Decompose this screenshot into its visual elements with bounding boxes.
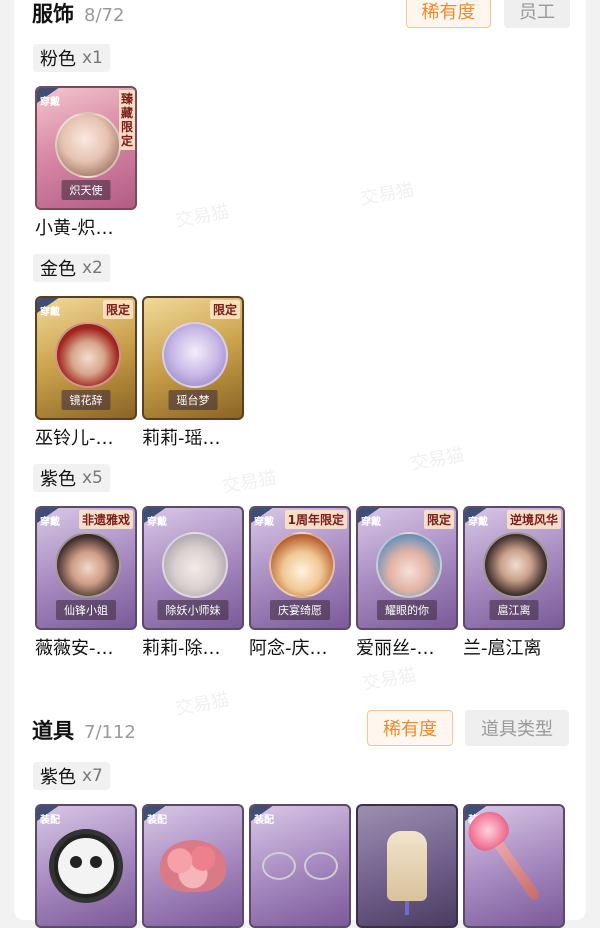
item-thumbnail: 装配: [463, 804, 565, 928]
limited-tag: 限定: [209, 300, 240, 319]
equip-label: 穿戴: [361, 517, 381, 528]
equip-label: 穿戴: [468, 517, 488, 528]
costume-section-header: 服饰 8/72: [32, 0, 124, 28]
rarity-name: 紫色: [40, 469, 76, 490]
skin-name-plate: 庆宴绮愿: [270, 600, 330, 620]
item-thumbnail: 穿戴 限定 耀眼的你: [356, 506, 458, 630]
rarity-name: 粉色: [40, 49, 76, 70]
section-count: 8/72: [84, 5, 125, 26]
character-portrait: [55, 532, 121, 598]
item-caption: 莉莉-瑶…: [142, 428, 221, 449]
character-portrait: [162, 532, 228, 598]
item-caption: 巫铃儿-…: [35, 428, 114, 449]
costume-item[interactable]: 穿戴 限定 耀眼的你 爱丽丝-…: [356, 506, 458, 660]
section-title: 道具: [32, 719, 74, 743]
character-portrait: [55, 112, 121, 178]
item-thumbnail: 装配: [35, 804, 137, 928]
skin-name-plate: 瑶台梦: [168, 390, 218, 410]
equip-label: 装配: [147, 815, 167, 826]
limited-tag: 限定: [423, 510, 454, 529]
item-thumbnail: 穿戴 臻藏限定 炽天使: [35, 86, 137, 210]
character-portrait: [483, 532, 549, 598]
skin-name-plate: 扈江离: [489, 600, 539, 620]
item-caption: 爱丽丝-…: [356, 638, 435, 659]
item-thumbnail: 装配: [142, 804, 244, 928]
skin-name-plate: 炽天使: [61, 180, 111, 200]
rarity-count: x5: [82, 468, 103, 488]
rarity-name: 紫色: [40, 767, 76, 788]
rarity-label-purple: 紫色 x5: [33, 464, 110, 492]
glasses-icon: [262, 852, 338, 880]
skull-icon: [54, 834, 118, 898]
costume-item[interactable]: 穿戴 除妖小师妹 莉莉-除…: [142, 506, 244, 660]
skin-name-plate: 镜花辞: [61, 390, 111, 410]
item-row: 穿戴 非遗雅戏 仙锋小姐 薇薇安-… 穿戴 除妖小师妹 莉莉-除… 穿戴 1周年…: [35, 506, 565, 660]
item-thumbnail: 穿戴 非遗雅戏 仙锋小姐: [35, 506, 137, 630]
item-caption: 小黄-炽…: [35, 218, 114, 239]
costume-item[interactable]: 穿戴 逆境风华 扈江离 兰-扈江离: [463, 506, 565, 660]
rarity-count: x2: [82, 258, 103, 278]
rarity-label-pink: 粉色 x1: [33, 44, 110, 72]
props-section-header: 道具 7/112: [32, 715, 136, 745]
equip-label: 装配: [40, 815, 60, 826]
limited-tag: 限定: [102, 300, 133, 319]
equip-label: 穿戴: [40, 97, 60, 108]
item-thumbnail: 穿戴 限定 镜花辞: [35, 296, 137, 420]
cat-figurine-icon: [387, 831, 427, 901]
rarity-label-purple: 紫色 x7: [33, 762, 110, 790]
anniversary-tag: 1周年限定: [284, 510, 347, 529]
item-caption: 兰-扈江离: [463, 638, 542, 659]
section-count: 7/112: [84, 722, 136, 743]
item-caption: 阿念-庆…: [249, 638, 328, 659]
character-portrait: [55, 322, 121, 388]
limited-tag: 臻藏限定: [119, 90, 135, 150]
heart-wand-icon: [486, 830, 542, 902]
bouquet-icon: [160, 840, 226, 892]
rarity-count: x1: [82, 48, 103, 68]
rarity-label-gold: 金色 x2: [33, 254, 110, 282]
item-thumbnail: [356, 804, 458, 928]
costume-item[interactable]: 穿戴 臻藏限定 炽天使 小黄-炽…: [35, 86, 137, 240]
prop-item[interactable]: 装配: [35, 804, 137, 928]
character-portrait: [376, 532, 442, 598]
item-thumbnail: 限定 瑶台梦: [142, 296, 244, 420]
rarity-count: x7: [82, 766, 103, 786]
prop-item[interactable]: 装配: [142, 804, 244, 928]
rarity-sort-button[interactable]: 稀有度: [406, 0, 491, 28]
character-portrait: [269, 532, 335, 598]
prop-item[interactable]: 装配: [463, 804, 565, 928]
skin-name-plate: 除妖小师妹: [157, 600, 229, 620]
character-portrait: [162, 322, 228, 388]
costume-item[interactable]: 穿戴 1周年限定 庆宴绮愿 阿念-庆…: [249, 506, 351, 660]
prop-item[interactable]: 装配: [249, 804, 351, 928]
section-title: 服饰: [32, 2, 74, 26]
event-tag: 非遗雅戏: [78, 510, 133, 529]
employee-filter-button[interactable]: 员工: [504, 0, 570, 28]
equip-label: 装配: [254, 815, 274, 826]
item-caption: 莉莉-除…: [142, 638, 221, 659]
item-row: 穿戴 限定 镜花辞 巫铃儿-… 限定 瑶台梦 莉莉-瑶…: [35, 296, 249, 450]
item-row: 装配 装配 装配 装配: [35, 804, 565, 928]
costume-item[interactable]: 穿戴 限定 镜花辞 巫铃儿-…: [35, 296, 137, 450]
item-thumbnail: 穿戴 1周年限定 庆宴绮愿: [249, 506, 351, 630]
item-thumbnail: 穿戴 除妖小师妹: [142, 506, 244, 630]
item-thumbnail: 穿戴 逆境风华 扈江离: [463, 506, 565, 630]
item-row: 穿戴 臻藏限定 炽天使 小黄-炽…: [35, 86, 142, 240]
rarity-name: 金色: [40, 259, 76, 280]
skin-name-plate: 仙锋小姐: [56, 600, 116, 620]
equip-label: 穿戴: [40, 517, 60, 528]
skin-name-plate: 耀眼的你: [377, 600, 437, 620]
prop-item[interactable]: [356, 804, 458, 928]
costume-item[interactable]: 限定 瑶台梦 莉莉-瑶…: [142, 296, 244, 450]
costume-item[interactable]: 穿戴 非遗雅戏 仙锋小姐 薇薇安-…: [35, 506, 137, 660]
rarity-sort-button[interactable]: 稀有度: [367, 710, 453, 746]
equip-label: 穿戴: [254, 517, 274, 528]
item-thumbnail: 装配: [249, 804, 351, 928]
item-caption: 薇薇安-…: [35, 638, 114, 659]
equip-label: 穿戴: [40, 307, 60, 318]
equip-label: 穿戴: [147, 517, 167, 528]
prop-type-filter-button[interactable]: 道具类型: [465, 710, 569, 746]
event-tag: 逆境风华: [506, 510, 561, 529]
